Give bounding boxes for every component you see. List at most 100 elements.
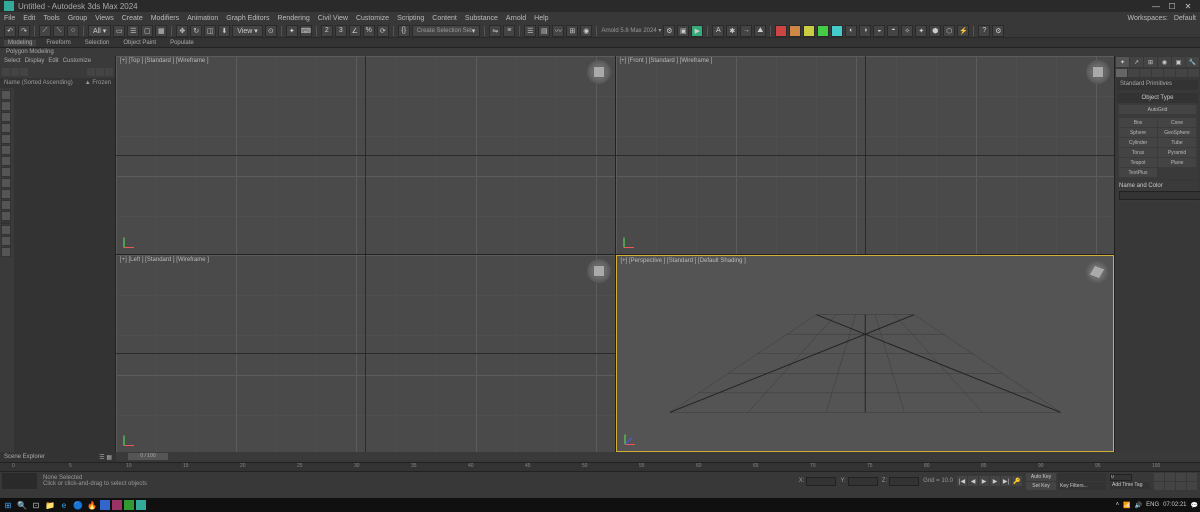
open-arnold-button[interactable]: A: [712, 25, 724, 37]
goto-start-button[interactable]: |◀: [957, 476, 967, 486]
extra-2-button[interactable]: ◑: [859, 25, 871, 37]
undo-button[interactable]: ↶: [4, 25, 16, 37]
filter-invert-icon[interactable]: [1, 247, 11, 257]
workspace-dropdown[interactable]: Default: [1174, 15, 1196, 22]
angle-snap-button[interactable]: ∠: [349, 25, 361, 37]
color-green-button[interactable]: [817, 25, 829, 37]
menu-customize[interactable]: Customize: [356, 15, 389, 22]
viewport-left[interactable]: [+] [Left ] [Standard ] [Wireframe ]: [116, 255, 615, 453]
se-tab-customize[interactable]: Customize: [63, 58, 91, 64]
orbit-button[interactable]: [1176, 482, 1186, 490]
explorer-icon[interactable]: 📁: [44, 499, 56, 511]
menu-civil[interactable]: Civil View: [318, 15, 348, 22]
manipulate-button[interactable]: ✦: [286, 25, 298, 37]
extra-1-button[interactable]: ◐: [845, 25, 857, 37]
extra-9-button[interactable]: ⚡: [957, 25, 969, 37]
ribbon-tab-selection[interactable]: Selection: [81, 40, 114, 46]
viewcube-persp[interactable]: [1085, 260, 1109, 284]
curve-editor-button[interactable]: 〰: [552, 25, 564, 37]
viewcube-top[interactable]: [587, 60, 611, 84]
filter-groups-icon[interactable]: [1, 189, 11, 199]
unlink-button[interactable]: ⟍: [53, 25, 65, 37]
filter-all-icon[interactable]: [1, 225, 11, 235]
filter-bone-icon[interactable]: [1, 156, 11, 166]
btn-pyramid[interactable]: Pyramid: [1158, 148, 1196, 157]
tray-network-icon[interactable]: 📶: [1123, 502, 1130, 509]
se-btn-5[interactable]: [96, 68, 104, 76]
color-yellow-button[interactable]: [803, 25, 815, 37]
btn-plane[interactable]: Plane: [1158, 158, 1196, 167]
use-center-button[interactable]: ⊙: [265, 25, 277, 37]
viewport-perspective[interactable]: [+] [Perspective ] [Standard ] [Default …: [616, 255, 1115, 453]
extra-8-button[interactable]: ⬡: [943, 25, 955, 37]
firefox-icon[interactable]: 🔥: [86, 499, 98, 511]
btn-cone[interactable]: Cone: [1158, 118, 1196, 127]
filter-lights-icon[interactable]: [1, 112, 11, 122]
x-input[interactable]: [806, 477, 836, 486]
edit-selection-set-button[interactable]: {}: [398, 25, 410, 37]
menu-group[interactable]: Group: [68, 15, 87, 22]
menu-substance[interactable]: Substance: [465, 15, 498, 22]
menu-modifiers[interactable]: Modifiers: [151, 15, 179, 22]
object-type-header[interactable]: Object Type: [1117, 93, 1198, 103]
toggle-ribbon-button[interactable]: ▤: [538, 25, 550, 37]
se-tab-edit[interactable]: Edit: [48, 58, 58, 64]
edge-icon[interactable]: e: [58, 499, 70, 511]
viewcube-front[interactable]: [1086, 60, 1110, 84]
ribbon-tab-objectpaint[interactable]: Object Paint: [119, 40, 160, 46]
tab-display[interactable]: ▣: [1172, 57, 1185, 67]
fov-button[interactable]: [1154, 482, 1164, 490]
viewport-top[interactable]: [+] [Top ] [Standard ] [Wireframe ]: [116, 56, 615, 254]
menu-scripting[interactable]: Scripting: [397, 15, 424, 22]
keymode-dropdown[interactable]: [1058, 473, 1106, 481]
menu-animation[interactable]: Animation: [187, 15, 218, 22]
btn-geosphere[interactable]: GeoSphere: [1158, 128, 1196, 137]
menu-help[interactable]: Help: [534, 15, 548, 22]
play-button[interactable]: ▶: [979, 476, 989, 486]
autogrid-checkbox[interactable]: AutoGrid: [1119, 105, 1196, 114]
bind-button[interactable]: ○: [67, 25, 79, 37]
sub-geometry-icon[interactable]: [1116, 69, 1127, 77]
filter-xref-icon[interactable]: [1, 178, 11, 188]
filter-particle-icon[interactable]: [1, 167, 11, 177]
extra-6-button[interactable]: ✦: [915, 25, 927, 37]
selection-set-dropdown[interactable]: Create Selection Set ▾: [412, 25, 481, 37]
select-region-button[interactable]: ▢: [141, 25, 153, 37]
tab-motion[interactable]: ◉: [1158, 57, 1171, 67]
window-crossing-button[interactable]: ▦: [155, 25, 167, 37]
menu-graph[interactable]: Graph Editors: [226, 15, 269, 22]
se-btn-4[interactable]: [87, 68, 95, 76]
tab-modify[interactable]: ↗: [1130, 57, 1143, 67]
move-button[interactable]: ✥: [176, 25, 188, 37]
btn-textplus[interactable]: TextPlus: [1119, 168, 1157, 177]
btn-cylinder[interactable]: Cylinder: [1119, 138, 1157, 147]
current-frame-input[interactable]: [1110, 474, 1132, 481]
extra-4-button[interactable]: ◓: [887, 25, 899, 37]
track-bar[interactable]: 0510152025303540455055606570758085909510…: [0, 462, 1200, 472]
scene-explorer-header[interactable]: Name (Sorted Ascending) ▲ Frozen: [0, 78, 115, 88]
name-color-header[interactable]: Name and Color: [1119, 183, 1196, 189]
viewport-front[interactable]: [+] [Front ] [Standard ] [Wireframe ]: [616, 56, 1115, 254]
placement-button[interactable]: ⬇: [218, 25, 230, 37]
se-tab-display[interactable]: Display: [25, 58, 45, 64]
maximize-button[interactable]: ☐: [1164, 1, 1180, 11]
color-cyan-button[interactable]: [831, 25, 843, 37]
zoom-extents-all-button[interactable]: [1187, 473, 1197, 481]
time-slider-handle[interactable]: 0 / 100: [128, 453, 168, 460]
btn-tube[interactable]: Tube: [1158, 138, 1196, 147]
ribbon-tab-modeling[interactable]: Modeling: [4, 40, 36, 46]
pan-button[interactable]: [1165, 482, 1175, 490]
redo-button[interactable]: ↷: [18, 25, 30, 37]
select-name-button[interactable]: ☰: [127, 25, 139, 37]
snap-3d-button[interactable]: 3: [335, 25, 347, 37]
tab-create[interactable]: ✦: [1116, 57, 1129, 67]
tab-hierarchy[interactable]: ⊞: [1144, 57, 1157, 67]
key-mode-button[interactable]: 🔑: [1012, 476, 1022, 486]
chrome-icon[interactable]: 🔵: [72, 499, 84, 511]
tray-time[interactable]: 07:02:21: [1163, 502, 1186, 508]
color-orange-button[interactable]: [789, 25, 801, 37]
menu-rendering[interactable]: Rendering: [277, 15, 309, 22]
layer-explorer-button[interactable]: ☰: [524, 25, 536, 37]
start-button[interactable]: ⊞: [2, 499, 14, 511]
select-button[interactable]: ▭: [113, 25, 125, 37]
